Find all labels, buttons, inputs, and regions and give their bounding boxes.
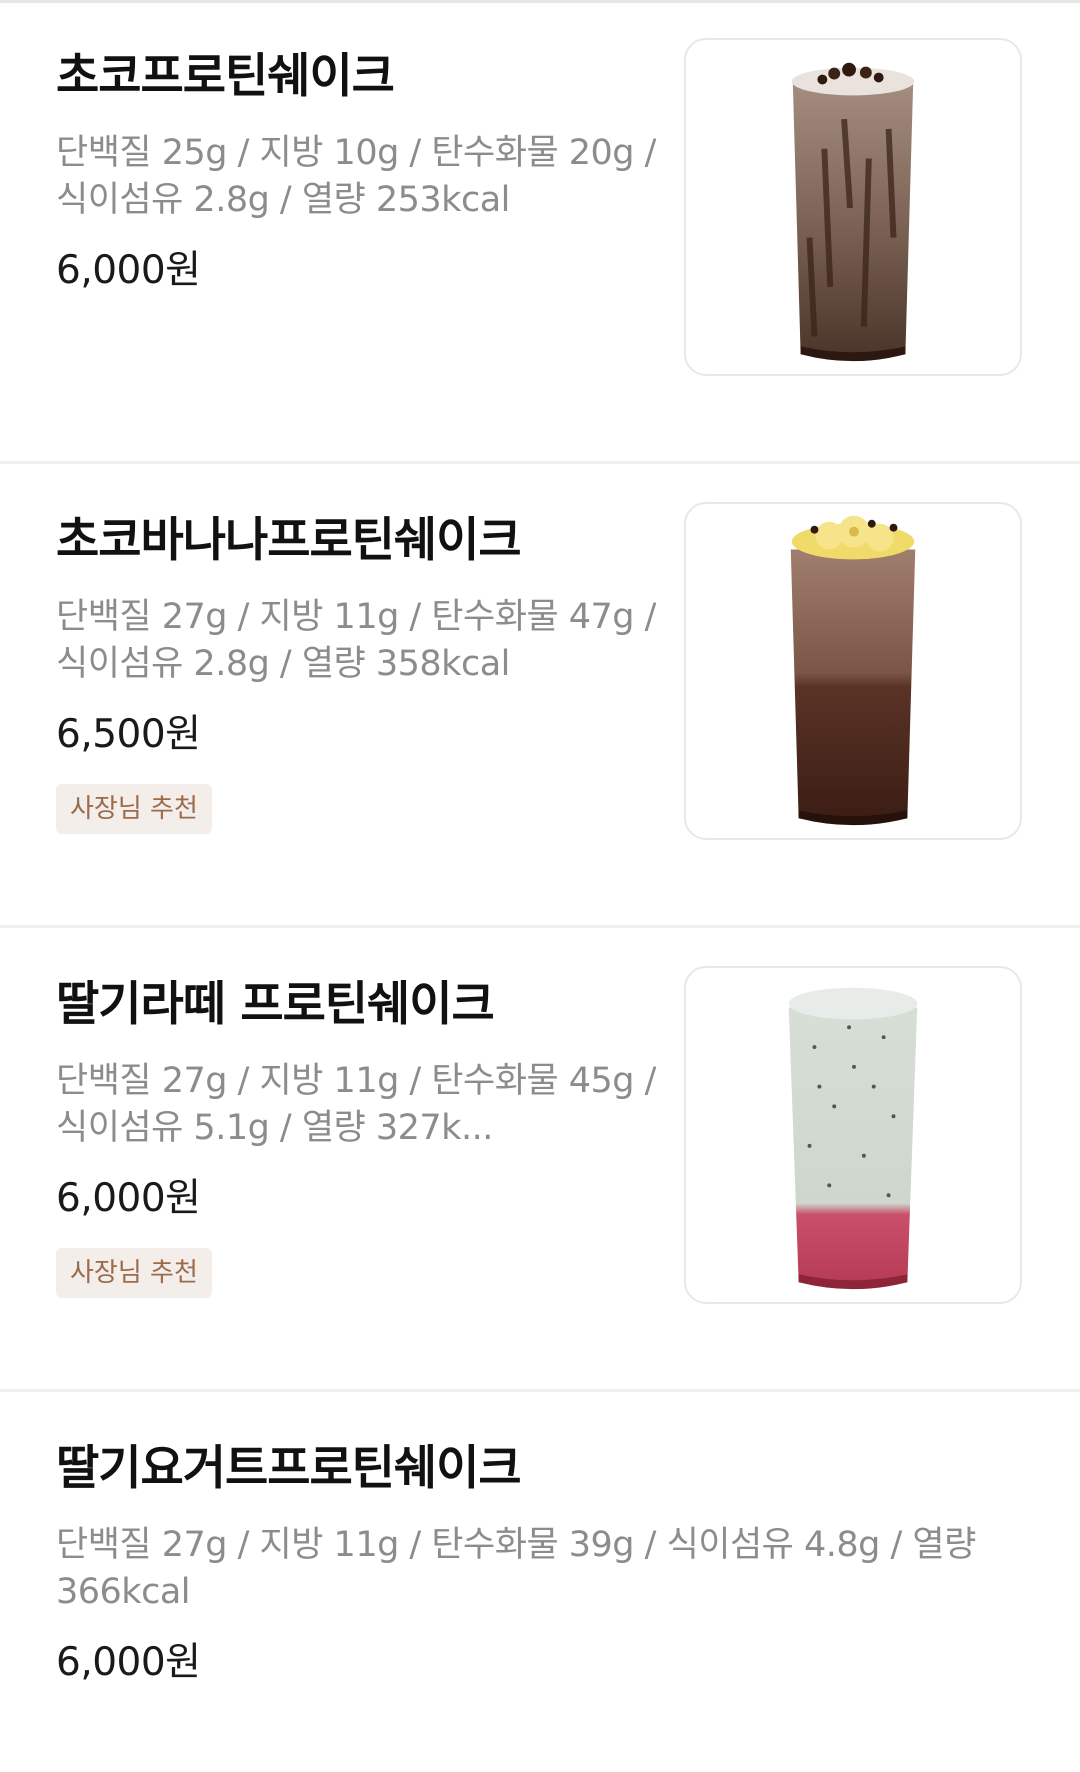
menu-item-image[interactable]: [684, 966, 1022, 1304]
menu-item-description: 단백질 25g / 지방 10g / 탄수화물 20g / 식이섬유 2.8g …: [56, 133, 656, 220]
menu-item-text: 초코바나나프로틴쉐이크 단백질 27g / 지방 11g / 탄수화물 47g …: [56, 508, 656, 834]
menu-item-name: 딸기요거트프로틴쉐이크: [56, 1441, 522, 1496]
menu-item-description: 단백질 27g / 지방 11g / 탄수화물 45g / 식이섬유 5.1g …: [56, 1061, 656, 1148]
menu-item-text: 딸기라떼 프로틴쉐이크 단백질 27g / 지방 11g / 탄수화물 45g …: [56, 972, 656, 1298]
menu-item-name: 초코프로틴쉐이크: [56, 49, 395, 104]
menu-item-price: 6,500원: [56, 712, 201, 757]
strawberry-latte-protein-shake-image: [788, 987, 918, 1290]
menu-item-text: 초코프로틴쉐이크 단백질 25g / 지방 10g / 탄수화물 20g / 식…: [56, 44, 656, 298]
menu-item-name: 딸기라떼 프로틴쉐이크: [56, 977, 495, 1032]
menu-item-description: 단백질 27g / 지방 11g / 탄수화물 39g / 식이섬유 4.8g …: [56, 1525, 976, 1612]
chocolate-protein-shake-image: [791, 62, 915, 362]
menu-item-description: 단백질 27g / 지방 11g / 탄수화물 47g / 식이섬유 2.8g …: [56, 597, 656, 684]
menu-item-price: 6,000원: [56, 1640, 201, 1685]
recommended-badge: 사장님 추천: [56, 784, 212, 834]
menu-list: 초코프로틴쉐이크 단백질 25g / 지방 10g / 탄수화물 20g / 식…: [0, 0, 1080, 1772]
menu-item-price: 6,000원: [56, 1176, 201, 1221]
menu-item[interactable]: 초코바나나프로틴쉐이크 단백질 27g / 지방 11g / 탄수화물 47g …: [0, 464, 1080, 928]
menu-item[interactable]: 딸기요거트프로틴쉐이크 단백질 27g / 지방 11g / 탄수화물 39g …: [0, 1392, 1080, 1772]
menu-item-text: 딸기요거트프로틴쉐이크 단백질 27g / 지방 11g / 탄수화물 39g …: [56, 1436, 1036, 1690]
menu-item-image[interactable]: [684, 502, 1022, 840]
menu-item-price: 6,000원: [56, 248, 201, 293]
menu-item-name: 초코바나나프로틴쉐이크: [56, 513, 522, 568]
menu-item[interactable]: 초코프로틴쉐이크 단백질 25g / 지방 10g / 탄수화물 20g / 식…: [0, 0, 1080, 464]
menu-item[interactable]: 딸기라떼 프로틴쉐이크 단백질 27g / 지방 11g / 탄수화물 45g …: [0, 928, 1080, 1392]
menu-item-image[interactable]: [684, 38, 1022, 376]
recommended-badge: 사장님 추천: [56, 1248, 212, 1298]
choco-banana-protein-shake-image: [790, 515, 916, 826]
